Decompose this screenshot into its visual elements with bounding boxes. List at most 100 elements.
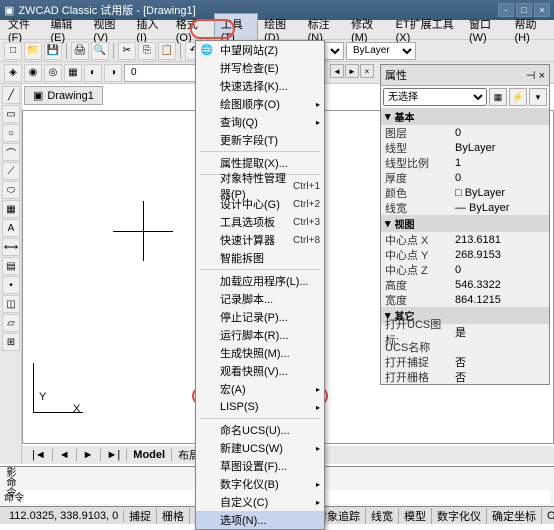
block-tool-icon[interactable]: ◫ [2,295,20,313]
menu-item-29[interactable]: 选项(N)... [196,511,324,529]
layer-icon[interactable]: ◈ [4,64,22,82]
menu-item-10[interactable]: 设计中心(G)Ctrl+2 [196,195,324,213]
tab-nav-prev[interactable]: ◄ [53,449,77,461]
prop-row[interactable]: 打开UCS图标:是 [381,324,549,339]
prop-row[interactable]: UCS名称 [381,339,549,354]
menu-item-25[interactable]: 新建UCS(W)▸ [196,439,324,457]
nav-close-icon[interactable]: × [360,64,374,78]
prop-row[interactable]: 线型ByLayer [381,140,549,155]
arc-tool-icon[interactable]: ⌒ [2,143,20,161]
nav-left-icon[interactable]: ◄ [330,64,344,78]
grid-tool-icon[interactable]: ⊞ [2,333,20,351]
menu-item-13[interactable]: 智能拆图 [196,249,324,267]
coordinates-display: 112.0325, 338.9103, 0 [4,510,124,522]
nav-right-icon[interactable]: ► [345,64,359,78]
panel-close-icon[interactable]: × [539,70,545,82]
prop-row[interactable]: 中心点 X213.6181 [381,232,549,247]
properties-title: 属性 [385,67,407,83]
tool-icon-5[interactable]: ◑ [104,64,122,82]
menu-item-18[interactable]: 运行脚本(R)... [196,326,324,344]
tab-nav-first[interactable]: |◄ [26,449,53,461]
menu-item-20[interactable]: 观看快照(V)... [196,362,324,380]
layout-tab-0[interactable]: Model [127,449,172,461]
menu-item-21[interactable]: 宏(A)▸ [196,380,324,398]
menu-item-4[interactable]: 查询(Q)▸ [196,113,324,131]
prop-row[interactable]: 线宽— ByLayer [381,200,549,215]
new-icon[interactable]: □ [4,42,22,60]
menu-10[interactable]: 窗口(W) [463,14,509,46]
region-tool-icon[interactable]: ▱ [2,314,20,332]
menu-item-16[interactable]: 记录脚本... [196,290,324,308]
menu-item-22[interactable]: LISP(S)▸ [196,398,324,416]
prop-row[interactable]: 厚度0 [381,170,549,185]
table-tool-icon[interactable]: ▤ [2,257,20,275]
point-tool-icon[interactable]: • [2,276,20,294]
line-tool-icon[interactable]: ╱ [2,86,20,104]
menu-item-11[interactable]: 工具选项板Ctrl+3 [196,213,324,231]
prop-row[interactable]: 中心点 Y268.9153 [381,247,549,262]
copy-icon[interactable]: ⎘ [138,42,156,60]
open-icon[interactable]: 📁 [24,42,42,60]
print-icon[interactable]: 🖨 [71,42,89,60]
menu-11[interactable]: 帮助(H) [509,14,552,46]
circle-tool-icon[interactable]: ○ [2,124,20,142]
paste-icon[interactable]: 📋 [158,42,176,60]
menu-item-27[interactable]: 数字化仪(B)▸ [196,475,324,493]
status-6[interactable]: 线宽 [366,508,399,524]
text-tool-icon[interactable]: A [2,219,20,237]
prop-row[interactable]: 颜色□ ByLayer [381,185,549,200]
menu-item-19[interactable]: 生成快照(M)... [196,344,324,362]
tool-icon-3[interactable]: ▦ [64,64,82,82]
tool-icon-4[interactable]: ◐ [84,64,102,82]
menu-item-2[interactable]: 快速选择(K)... [196,77,324,95]
menu-item-1[interactable]: 拼写检查(E) [196,59,324,77]
prop-row[interactable]: 打开捕捉否 [381,354,549,369]
prop-group[interactable]: ▾视图 [381,215,549,232]
menu-item-0[interactable]: 🌐中望网站(Z) [196,41,324,59]
tab-nav-next[interactable]: ► [77,449,101,461]
prop-row[interactable]: 中心点 Z0 [381,262,549,277]
prop-row[interactable]: 打开栅格否 [381,369,549,384]
menu-item-28[interactable]: 自定义(C)▸ [196,493,324,511]
tool-icon-1[interactable]: ◉ [24,64,42,82]
save-icon[interactable]: 💾 [44,42,62,60]
bylayer-select-2[interactable]: ByLayer [346,42,416,60]
status-1[interactable]: 栅格 [157,508,190,524]
prop-row[interactable]: 高度546.3322 [381,277,549,292]
left-toolbar: ╱ ▭ ○ ⌒ ⟋ ⬭ ▦ A ⟷ ▤ • ◫ ▱ ⊞ [0,84,22,464]
ucs-icon: Y X [33,363,83,413]
rect-tool-icon[interactable]: ▭ [2,105,20,123]
selection-dropdown[interactable]: 无选择 [383,88,487,106]
status-9[interactable]: 确定坐标 [487,508,542,524]
prop-row[interactable]: 图层0 [381,125,549,140]
status-8[interactable]: 数字化仪 [432,508,487,524]
menu-item-12[interactable]: 快速计算器Ctrl+8 [196,231,324,249]
prop-btn-3[interactable]: ▾ [529,88,547,106]
hatch-tool-icon[interactable]: ▦ [2,200,20,218]
menu-item-3[interactable]: 绘图顺序(O)▸ [196,95,324,113]
ellipse-tool-icon[interactable]: ⬭ [2,181,20,199]
prop-group[interactable]: ▾基本 [381,108,549,125]
polyline-tool-icon[interactable]: ⟋ [2,162,20,180]
cut-icon[interactable]: ✂ [118,42,136,60]
panel-pin-icon[interactable]: ⊣ [526,70,536,82]
properties-panel: 属性 ⊣ × 无选择 ▦ ⚡ ▾ ▾基本图层0线型ByLayer线型比例1厚度0… [380,64,550,385]
menu-item-9[interactable]: 对象特性管理器(P)Ctrl+1 [196,177,324,195]
menu-item-26[interactable]: 草图设置(F)... [196,457,324,475]
preview-icon[interactable]: 🔍 [91,42,109,60]
prop-row[interactable]: 线型比例1 [381,155,549,170]
tab-nav-last[interactable]: ►| [101,449,128,461]
dim-tool-icon[interactable]: ⟷ [2,238,20,256]
menu-item-17[interactable]: 停止记录(P)... [196,308,324,326]
document-tab[interactable]: ▣ Drawing1 [24,86,103,105]
prop-btn-2[interactable]: ⚡ [509,88,527,106]
status-0[interactable]: 捕捉 [124,508,157,524]
menu-item-15[interactable]: 加载应用程序(L)... [196,272,324,290]
prop-row[interactable]: 宽度864.1215 [381,292,549,307]
prop-btn-1[interactable]: ▦ [489,88,507,106]
tool-icon-2[interactable]: ◎ [44,64,62,82]
status-10[interactable]: OPTION! [542,510,554,522]
status-7[interactable]: 模型 [399,508,432,524]
menu-item-24[interactable]: 命名UCS(U)... [196,421,324,439]
menu-item-5[interactable]: 更新字段(T) [196,131,324,149]
